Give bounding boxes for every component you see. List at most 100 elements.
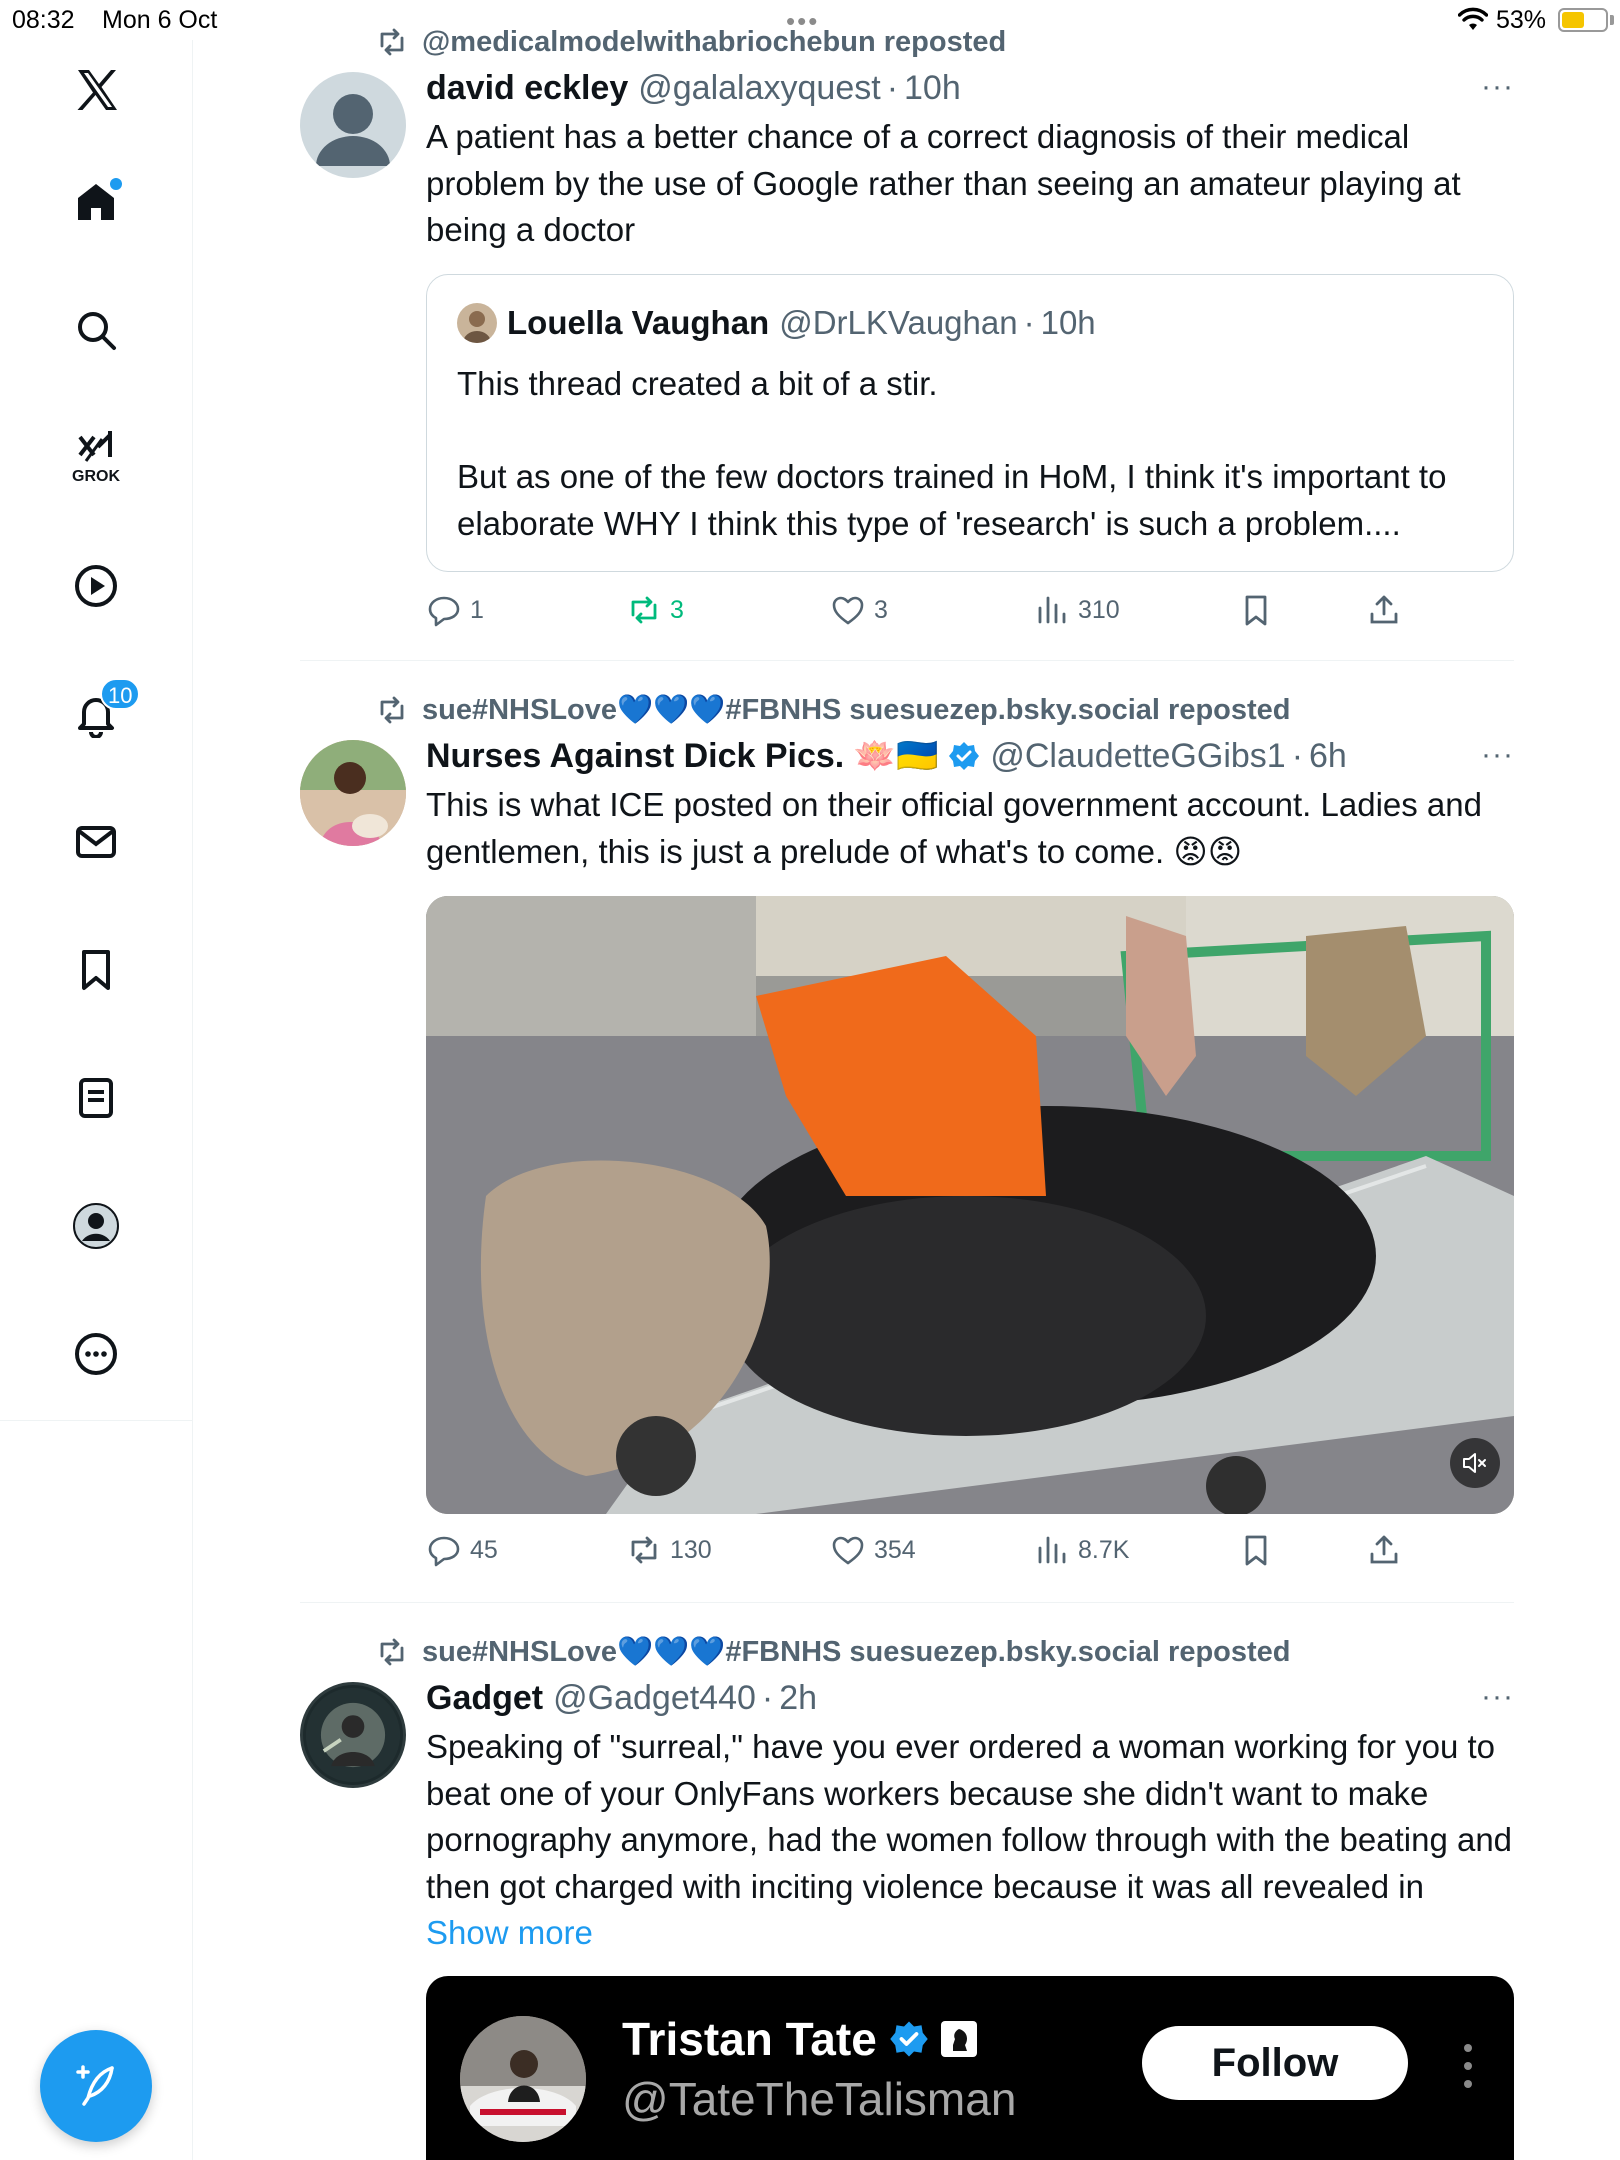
reply-icon (428, 1536, 460, 1567)
tweet-header: david eckley @galalaxyquest · 10h (426, 66, 1514, 110)
repost-context: sue#NHSLove💙💙💙#FBNHS suesuezep.bsky.soci… (376, 1632, 1291, 1672)
repost-context: @medicalmodelwithabriochebun reposted (376, 22, 1006, 62)
views-button[interactable]: 8.7K (1034, 1526, 1129, 1574)
mail-icon (76, 826, 116, 858)
heart-icon (832, 1536, 864, 1565)
sidebar-item-video[interactable] (56, 546, 136, 626)
sidebar-item-grok[interactable]: GROK (56, 418, 136, 498)
repost-context: sue#NHSLove💙💙💙#FBNHS suesuezep.bsky.soci… (376, 690, 1291, 730)
separator-dot: · (761, 1678, 774, 1717)
repost-button[interactable]: 3 (626, 586, 684, 634)
avatar-icon (73, 1203, 119, 1249)
avatar[interactable] (300, 740, 406, 846)
repost-count: 130 (670, 1535, 712, 1564)
views-button[interactable]: 310 (1034, 586, 1120, 634)
view-count: 8.7K (1078, 1535, 1130, 1564)
views-icon (1038, 1536, 1066, 1564)
sidebar-item-lists[interactable] (56, 1058, 136, 1138)
quote-text-line-2: But as one of the few doctors trained in… (457, 458, 1447, 542)
follow-button[interactable]: Follow (1142, 2026, 1408, 2100)
quote-tweet[interactable]: Louella Vaughan @DrLKVaughan · 10h This … (426, 274, 1514, 572)
tweet-body: Gadget @Gadget440 · 2h ··· Speaking of "… (426, 1676, 1514, 1957)
handle[interactable]: @galalaxyquest (638, 69, 880, 108)
battery-level (1562, 12, 1585, 28)
quote-avatar (457, 303, 497, 343)
separator-dot: · (1023, 304, 1035, 341)
tweet[interactable]: sue#NHSLove💙💙💙#FBNHS suesuezep.bsky.soci… (300, 690, 1514, 1590)
timestamp[interactable]: 6h (1309, 737, 1347, 776)
tweet-video[interactable] (426, 896, 1514, 1514)
grok-label: GROK (72, 468, 120, 485)
sidebar-item-profile[interactable] (56, 1186, 136, 1266)
more-options-button[interactable]: ··· (1481, 70, 1514, 104)
share-icon (1370, 595, 1398, 624)
share-button[interactable] (1366, 586, 1410, 634)
tweet-divider (300, 660, 1514, 661)
tweet-header: Gadget @Gadget440 · 2h (426, 1676, 1514, 1720)
share-icon (1370, 1535, 1398, 1564)
timestamp[interactable]: 10h (904, 69, 961, 108)
tweet-text: This is what ICE posted on their officia… (426, 786, 1482, 870)
reply-count: 45 (470, 1535, 498, 1564)
compose-button[interactable] (40, 2030, 152, 2142)
tweet-header: Nurses Against Dick Pics. 🪷🇺🇦 @Claudette… (426, 734, 1514, 778)
sidebar-item-home[interactable] (56, 162, 136, 242)
verified-badge-icon (890, 2021, 928, 2057)
more-options-button[interactable]: ··· (1481, 738, 1514, 772)
retweet-icon (380, 696, 404, 724)
quote-header: Louella Vaughan @DrLKVaughan · 10h (457, 303, 1096, 343)
repost-button[interactable]: 130 (626, 1526, 712, 1574)
display-name[interactable]: Gadget (426, 1679, 543, 1718)
tweet-actions: 1 3 3 310 (426, 586, 1426, 634)
reply-count: 1 (470, 595, 484, 624)
avatar-photo (300, 740, 406, 846)
handle[interactable]: @ClaudetteGGibs1 (990, 737, 1285, 776)
bookmark-button[interactable] (1238, 1526, 1282, 1574)
sidebar-item-messages[interactable] (56, 802, 136, 882)
muted-speaker-icon (1463, 1453, 1486, 1473)
sidebar-item-bookmarks[interactable] (56, 930, 136, 1010)
bookmark-button[interactable] (1238, 586, 1282, 634)
affiliate-badge-icon (940, 2021, 977, 2057)
separator-dot: · (1291, 736, 1304, 775)
notification-badge: 10 (100, 678, 141, 710)
avatar[interactable] (300, 72, 406, 178)
embed-display-name[interactable]: Tristan Tate (622, 2012, 877, 2066)
sidebar-item-notifications[interactable]: 10 (56, 674, 141, 754)
like-button[interactable]: 354 (830, 1526, 916, 1574)
quote-display-name: Louella Vaughan (507, 304, 770, 341)
list-icon (79, 1078, 113, 1118)
embed-avatar[interactable] (460, 2016, 586, 2142)
status-date: Mon 6 Oct (102, 6, 218, 34)
search-icon (78, 312, 116, 350)
display-name[interactable]: david eckley (426, 69, 628, 108)
tweet-text-body: Speaking of "surreal," have you ever ord… (426, 1728, 1513, 1905)
like-button[interactable]: 3 (830, 586, 888, 634)
repost-by: sue#NHSLove💙💙💙#FBNHS suesuezep.bsky.soci… (422, 694, 1291, 726)
views-icon (1038, 596, 1066, 624)
show-more-link[interactable]: Show more (426, 1914, 593, 1951)
retweet-icon (631, 1536, 657, 1564)
handle[interactable]: @Gadget440 (553, 1679, 756, 1718)
separator-dot: · (886, 68, 899, 107)
heart-icon (832, 596, 864, 625)
tweet[interactable]: sue#NHSLove💙💙💙#FBNHS suesuezep.bsky.soci… (300, 1632, 1514, 2160)
tweet-body: david eckley @galalaxyquest · 10h ··· A … (426, 66, 1514, 254)
embedded-video-card[interactable]: Tristan Tate @TateTheTalisman Follow (426, 1976, 1514, 2160)
reply-button[interactable]: 45 (426, 1526, 498, 1574)
home-unread-dot (110, 178, 122, 190)
reply-button[interactable]: 1 (426, 586, 484, 634)
display-name[interactable]: Nurses Against Dick Pics. 🪷🇺🇦 (426, 736, 938, 776)
mute-button[interactable] (1450, 1438, 1500, 1488)
share-button[interactable] (1366, 1526, 1410, 1574)
sidebar-item-more[interactable] (56, 1314, 136, 1394)
kebab-menu-icon[interactable] (1458, 2036, 1478, 2096)
x-logo-icon[interactable] (56, 50, 136, 130)
more-options-button[interactable]: ··· (1481, 1680, 1514, 1714)
avatar[interactable] (300, 1682, 406, 1788)
timestamp[interactable]: 2h (779, 1679, 817, 1718)
tweet[interactable]: @medicalmodelwithabriochebun reposted da… (300, 22, 1514, 658)
sidebar-item-explore[interactable] (56, 290, 136, 370)
repost-count: 3 (670, 595, 684, 624)
bookmark-icon (1245, 595, 1267, 626)
